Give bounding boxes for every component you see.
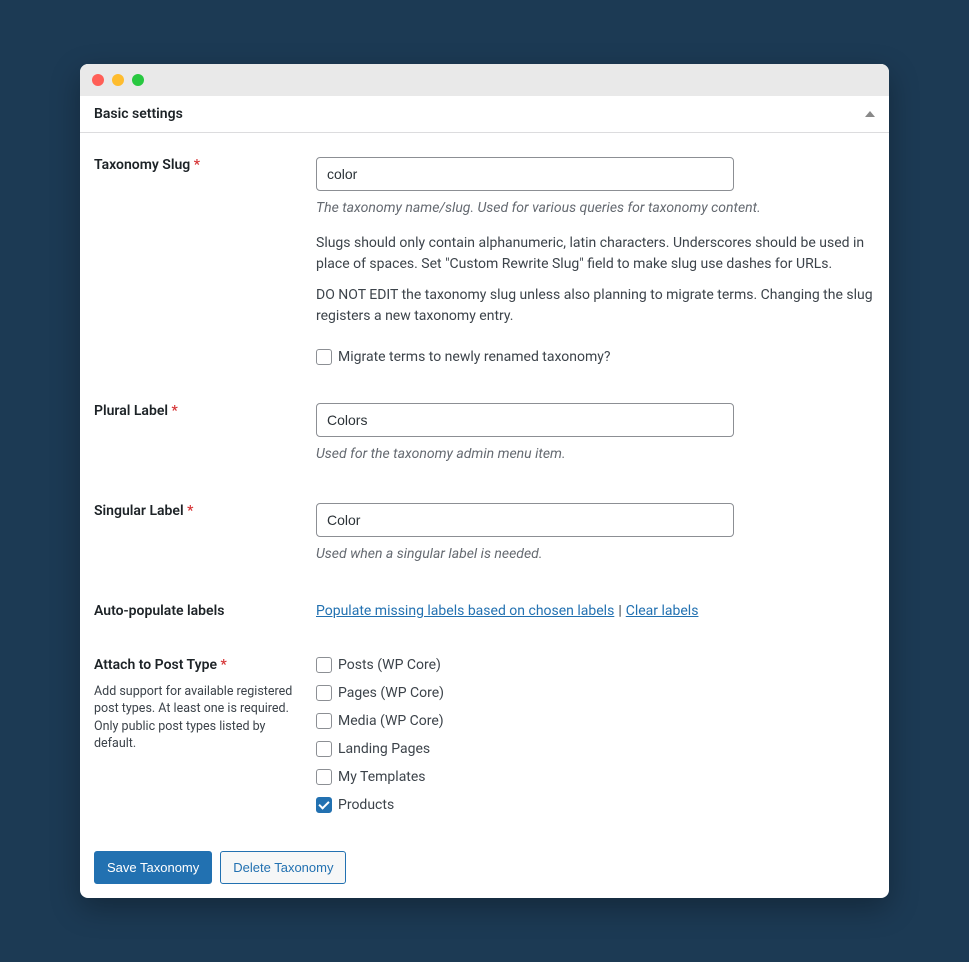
desc-taxonomy-slug: The taxonomy name/slug. Used for various… (316, 199, 875, 219)
desc-singular: Used when a singular label is needed. (316, 545, 875, 565)
checkbox-post-type[interactable] (316, 797, 332, 813)
post-type-label: Media (WP Core) (338, 714, 444, 728)
section-title: Basic settings (94, 106, 183, 122)
checkbox-post-type[interactable] (316, 713, 332, 729)
row-auto-populate: Auto-populate labels Populate missing la… (94, 603, 875, 619)
post-type-option: My Templates (316, 769, 875, 785)
input-singular-label[interactable] (316, 503, 734, 537)
collapse-up-icon (865, 111, 875, 117)
post-type-option: Landing Pages (316, 741, 875, 757)
checkbox-post-type[interactable] (316, 741, 332, 757)
label-plural: Plural Label * (94, 403, 178, 419)
save-button[interactable]: Save Taxonomy (94, 851, 212, 885)
post-type-label: Landing Pages (338, 742, 430, 756)
checkbox-post-type[interactable] (316, 685, 332, 701)
minimize-icon[interactable] (112, 74, 124, 86)
checkbox-post-type[interactable] (316, 769, 332, 785)
post-type-label: Posts (WP Core) (338, 658, 441, 672)
section-body: Taxonomy Slug * The taxonomy name/slug. … (80, 133, 889, 898)
label-auto-populate: Auto-populate labels (94, 603, 224, 619)
label-migrate-terms: Migrate terms to newly renamed taxonomy? (338, 350, 611, 364)
label-singular: Singular Label * (94, 503, 193, 519)
checkbox-migrate-terms[interactable] (316, 349, 332, 365)
row-plural-label: Plural Label * Used for the taxonomy adm… (94, 403, 875, 465)
settings-window: Basic settings Taxonomy Slug * The taxon… (80, 64, 889, 898)
post-type-label: Products (338, 798, 394, 812)
row-taxonomy-slug: Taxonomy Slug * The taxonomy name/slug. … (94, 157, 875, 365)
window-titlebar (80, 64, 889, 96)
close-icon[interactable] (92, 74, 104, 86)
label-taxonomy-slug: Taxonomy Slug * (94, 157, 200, 173)
section-header[interactable]: Basic settings (80, 96, 889, 133)
post-type-label: My Templates (338, 770, 426, 784)
row-migrate-terms: Migrate terms to newly renamed taxonomy? (316, 349, 875, 365)
note-slug-chars: Slugs should only contain alphanumeric, … (316, 233, 875, 275)
note-slug-warning: DO NOT EDIT the taxonomy slug unless als… (316, 285, 875, 327)
help-attach: Add support for available registered pos… (94, 683, 306, 753)
checkbox-post-type[interactable] (316, 657, 332, 673)
row-attach-post-type: Attach to Post Type * Add support for av… (94, 657, 875, 813)
link-clear-labels[interactable]: Clear labels (626, 603, 699, 619)
post-type-option: Products (316, 797, 875, 813)
desc-plural: Used for the taxonomy admin menu item. (316, 445, 875, 465)
maximize-icon[interactable] (132, 74, 144, 86)
input-plural-label[interactable] (316, 403, 734, 437)
input-taxonomy-slug[interactable] (316, 157, 734, 191)
row-singular-label: Singular Label * Used when a singular la… (94, 503, 875, 565)
label-attach: Attach to Post Type * (94, 657, 227, 673)
delete-button[interactable]: Delete Taxonomy (220, 851, 346, 885)
post-type-option: Pages (WP Core) (316, 685, 875, 701)
post-type-label: Pages (WP Core) (338, 686, 444, 700)
post-type-option: Posts (WP Core) (316, 657, 875, 673)
action-buttons: Save Taxonomy Delete Taxonomy (94, 851, 875, 885)
post-type-option: Media (WP Core) (316, 713, 875, 729)
link-populate-labels[interactable]: Populate missing labels based on chosen … (316, 603, 614, 619)
